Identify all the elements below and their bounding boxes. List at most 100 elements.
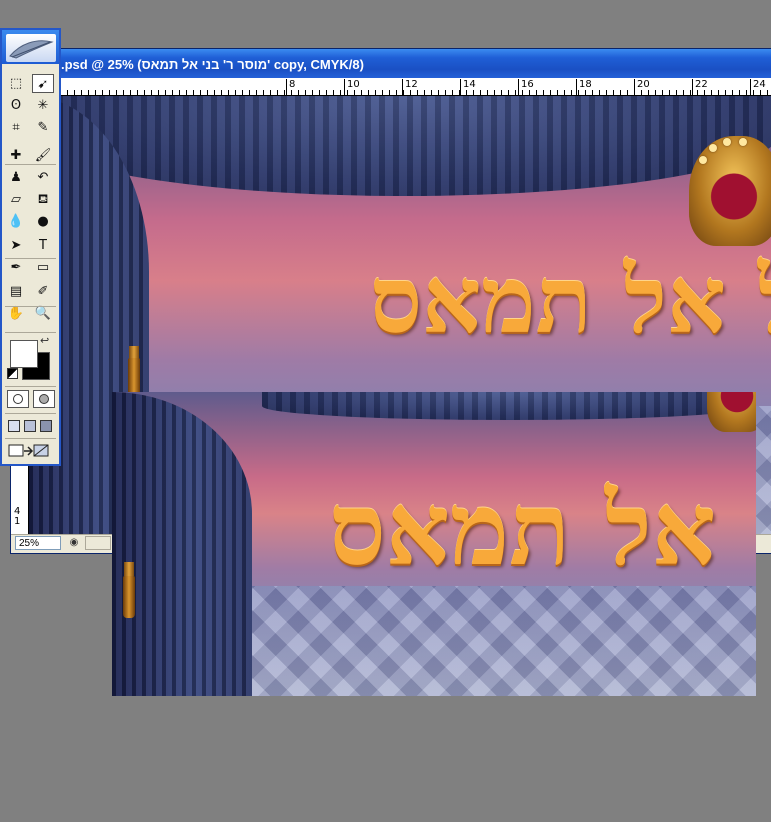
ruler-tick — [438, 90, 439, 95]
ruler-tick — [417, 90, 418, 95]
jump-to-imageready-button[interactable] — [6, 442, 54, 460]
ruler-tick — [109, 90, 110, 95]
ruler-tick — [578, 90, 579, 95]
move-tool-icon[interactable]: ➹ — [32, 74, 54, 93]
hebrew-title-text: ל אל תמאס — [369, 246, 771, 354]
ruler-tick — [662, 90, 663, 95]
history-brush-tool-icon[interactable]: ↶ — [32, 168, 54, 187]
ruler-tick — [298, 90, 299, 95]
ruler-tick — [501, 90, 502, 95]
brush-tool-icon[interactable]: 🖌 — [32, 146, 54, 165]
pen-tool-icon[interactable]: ✒ — [5, 258, 27, 277]
healing-brush-tool-icon[interactable]: ✚ — [5, 146, 27, 165]
ruler-tick — [200, 90, 201, 95]
crop-tool-icon[interactable]: ⌗ — [5, 118, 27, 137]
divider — [5, 438, 56, 439]
ruler-tick — [711, 90, 712, 95]
dodge-tool-icon[interactable]: ● — [32, 212, 54, 231]
crown-image — [707, 392, 756, 432]
ruler-tick — [676, 90, 677, 95]
ruler-tick — [585, 90, 586, 95]
full-screen-menu-mode-button[interactable] — [24, 420, 36, 432]
ruler-tick — [648, 90, 649, 95]
ruler-tick — [172, 90, 173, 95]
blur-tool-icon[interactable]: 💧 — [5, 212, 27, 231]
ruler-tick — [753, 90, 754, 95]
ruler-tick — [263, 90, 264, 95]
marquee-tool-icon[interactable]: ⬚ — [5, 74, 27, 93]
eyedropper-tool-icon[interactable]: ✐ — [32, 282, 54, 301]
ruler-tick — [95, 90, 96, 95]
ruler-tick — [277, 90, 278, 95]
ruler-tick — [732, 90, 733, 95]
ruler-tick — [599, 90, 600, 95]
ruler-tick — [557, 90, 558, 95]
ruler-tick — [536, 90, 537, 95]
ruler-number: 22 — [695, 79, 708, 90]
ruler-tick — [340, 90, 341, 95]
toolbox-header[interactable] — [2, 30, 59, 64]
ruler-tick — [123, 90, 124, 95]
eraser-tool-icon[interactable]: ▱ — [5, 190, 27, 209]
ruler-tick — [606, 90, 607, 95]
ruler-tick — [207, 90, 208, 95]
tassel — [128, 358, 140, 396]
swap-colors-icon[interactable]: ↩ — [40, 334, 49, 347]
divider — [5, 386, 56, 387]
ruler-tick — [466, 90, 467, 95]
ruler-major-tick — [518, 79, 519, 95]
type-tool-icon[interactable]: T — [32, 236, 54, 255]
ruler-tick — [697, 90, 698, 95]
quick-mask-mode-button[interactable] — [33, 390, 55, 408]
divider — [5, 164, 56, 165]
ruler-number: 1 — [14, 516, 21, 527]
rectangle-tool-icon[interactable]: ▭ — [32, 258, 54, 277]
ruler-major-tick — [402, 79, 403, 95]
slice-tool-icon[interactable]: ✎ — [32, 118, 54, 137]
ruler-tick — [228, 90, 229, 95]
magic-wand-tool-icon[interactable]: ✳ — [32, 96, 54, 115]
duplicate-canvas[interactable]: אל תמאס — [112, 392, 756, 696]
ruler-major-tick — [344, 79, 345, 95]
ruler-number: 24 — [753, 79, 766, 90]
standard-screen-mode-button[interactable] — [8, 420, 20, 432]
lasso-tool-icon[interactable]: ʘ — [5, 96, 27, 115]
ruler-tick — [704, 90, 705, 95]
status-menu-arrow-icon[interactable]: ◉ — [67, 536, 81, 550]
clone-stamp-tool-icon[interactable]: ♟ — [5, 168, 27, 187]
ruler-number: 10 — [347, 79, 360, 90]
document-title-bar[interactable]: .psd @ 25% (מוסר ר' בני אל תמאס' copy, C… — [11, 49, 771, 78]
ruler-tick — [368, 90, 369, 95]
ruler-tick — [550, 90, 551, 95]
ruler-tick — [81, 90, 82, 95]
tassel-cord — [124, 562, 134, 576]
ruler-major-tick — [750, 79, 751, 95]
ruler-tick — [403, 90, 404, 95]
ruler-tick — [242, 90, 243, 95]
standard-mode-button[interactable] — [7, 390, 29, 408]
full-screen-mode-button[interactable] — [40, 420, 52, 432]
ruler-major-tick — [576, 79, 577, 95]
tools-palette[interactable]: ⬚ ➹ ʘ ✳ ⌗ ✎ ✚ 🖌 ♟ ↶ ▱ ⛾ 💧 ● ➤ T ✒ ▭ ▤ ✐ ✋ 🔍 ↩ — [0, 28, 61, 466]
paint-bucket-tool-icon[interactable]: ⛾ — [32, 190, 54, 209]
foreground-color-swatch[interactable] — [10, 340, 38, 368]
ruler-horizontal[interactable]: 8 10 12 14 16 18 20 22 24 — [11, 78, 771, 96]
ruler-tick — [193, 90, 194, 95]
ruler-tick — [529, 90, 530, 95]
feather-logo-icon[interactable] — [6, 34, 56, 62]
path-selection-tool-icon[interactable]: ➤ — [5, 236, 27, 255]
ruler-number: 18 — [579, 79, 592, 90]
ruler-tick — [669, 90, 670, 95]
ruler-number: 16 — [521, 79, 534, 90]
ruler-number: 4 — [14, 506, 21, 517]
ruler-tick — [613, 90, 614, 95]
document-title: .psd @ 25% (מוסר ר' בני אל תמאס' copy, C… — [61, 57, 364, 72]
notes-tool-icon[interactable]: ▤ — [5, 282, 27, 301]
default-colors-icon[interactable] — [7, 368, 18, 379]
ruler-major-tick — [692, 79, 693, 95]
ruler-tick — [382, 90, 383, 95]
ruler-tick — [396, 90, 397, 95]
curtain-left — [112, 392, 252, 696]
zoom-input[interactable]: 25% — [15, 536, 61, 550]
ruler-tick — [571, 90, 572, 95]
